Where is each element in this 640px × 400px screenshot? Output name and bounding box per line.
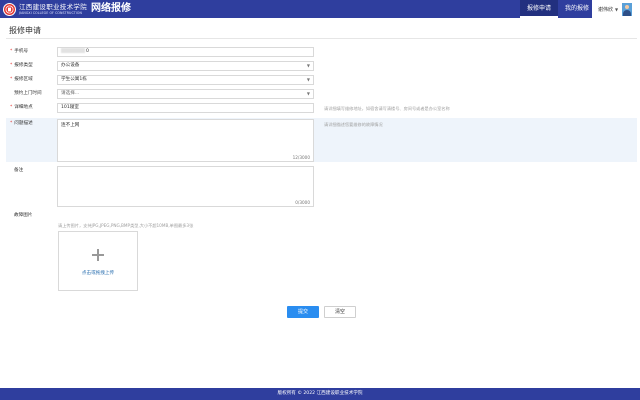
description-hint: 请详细描述您要维修的故障情况 — [324, 122, 383, 127]
description-counter: 12/3000 — [292, 155, 310, 160]
photos-label: 故障图片 — [14, 213, 33, 218]
phone-label: * 手机号 — [10, 49, 29, 54]
page-title: 报修申请 — [9, 26, 41, 35]
clear-button[interactable]: 清空 — [324, 306, 356, 318]
plus-icon — [92, 249, 104, 261]
repair-type-select[interactable]: 办公设备 ▼ — [57, 61, 314, 71]
school-name-en: JIANGXI COLLEGE OF CONSTRUCTION — [19, 10, 82, 15]
submit-button[interactable]: 提交 — [287, 306, 319, 318]
nav-repair-request[interactable]: 报修申请 — [520, 0, 558, 18]
chevron-down-icon: ▼ — [306, 63, 310, 68]
user-name: 谢伟欣 — [598, 6, 614, 13]
user-avatar[interactable] — [622, 2, 633, 16]
redacted-phone — [61, 48, 85, 53]
required-mark: * — [10, 121, 13, 126]
photos-hint: 请上传图片，支持JPG,JPEG,PNG,BMP类型,大小不超10MB,单图最多… — [58, 223, 194, 228]
location-input[interactable]: 101寝室 — [57, 103, 314, 113]
remark-counter: 0/3000 — [295, 200, 310, 205]
school-emblem-icon — [3, 2, 16, 16]
photo-upload-area[interactable]: 点击或拖拽上传 — [58, 231, 138, 291]
footer: 版权所有 © 2022 江西建设职业技术学院 — [0, 388, 640, 400]
required-mark: * — [10, 63, 13, 68]
user-menu[interactable]: 谢伟欣 ▼ — [592, 0, 640, 18]
caret-down-icon: ▼ — [615, 6, 619, 12]
required-mark: * — [10, 77, 13, 82]
required-mark: * — [10, 105, 13, 110]
title-divider — [6, 38, 637, 39]
copyright-text: 版权所有 © 2022 江西建设职业技术学院 — [277, 391, 363, 396]
app-title: 网络报修 — [91, 3, 131, 14]
chevron-down-icon: ▼ — [306, 91, 310, 96]
repair-area-label: * 报修区域 — [10, 77, 33, 82]
top-header: 江西建设职业技术学院 JIANGXI COLLEGE OF CONSTRUCTI… — [0, 0, 640, 18]
remark-textarea[interactable]: 0/3000 — [57, 166, 314, 207]
repair-type-label: * 报修类型 — [10, 63, 33, 68]
repair-area-select[interactable]: 学生公寓1栋 ▼ — [57, 75, 314, 85]
remark-label: 备注 — [14, 168, 24, 173]
visit-time-select[interactable]: 请选择... ▼ — [57, 89, 314, 99]
required-mark: * — [10, 49, 13, 54]
description-label: * 问题描述 — [10, 121, 33, 126]
chevron-down-icon: ▼ — [306, 77, 310, 82]
phone-input[interactable]: 0 — [57, 47, 314, 57]
description-textarea[interactable]: 连不上网 12/3000 — [57, 119, 314, 162]
nav-my-repairs[interactable]: 我的报修 — [560, 0, 594, 18]
visit-time-label: 预约上门时间 — [14, 91, 42, 96]
school-name-cn: 江西建设职业技术学院 — [19, 2, 87, 11]
upload-label: 点击或拖拽上传 — [81, 271, 115, 276]
school-logo-group[interactable]: 江西建设职业技术学院 JIANGXI COLLEGE OF CONSTRUCTI… — [3, 1, 131, 17]
location-hint: 请详细填写维修地址，如宿舍请写清楼号、房间号或者是办公室名称 — [324, 106, 450, 111]
location-label: * 详细地点 — [10, 105, 33, 110]
school-name: 江西建设职业技术学院 JIANGXI COLLEGE OF CONSTRUCTI… — [19, 2, 87, 15]
